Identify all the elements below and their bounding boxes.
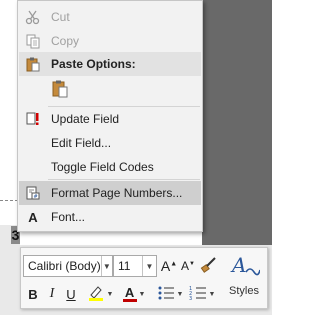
- update-field-icon: [19, 107, 47, 131]
- menu-item-label: Font...: [51, 210, 86, 224]
- menu-item-copy[interactable]: Copy: [19, 29, 201, 53]
- styles-button[interactable]: A: [228, 251, 262, 281]
- font-name-value: Calibri (Body): [28, 259, 101, 273]
- grow-font-icon: A▲: [160, 258, 178, 274]
- font-size-combo[interactable]: 11 ▼: [113, 255, 157, 277]
- page-number-format-icon: #: [19, 181, 47, 205]
- shrink-font-icon: A▼: [181, 259, 195, 273]
- font-icon: A: [28, 209, 38, 225]
- shrink-font-button[interactable]: A▼: [179, 255, 197, 277]
- menu-item-edit-field[interactable]: Edit Field...: [19, 131, 201, 155]
- styles-icon: A: [230, 252, 261, 281]
- scissors-icon: [19, 5, 47, 29]
- font-size-value: 11: [118, 259, 131, 273]
- chevron-down-icon[interactable]: ▼: [100, 256, 112, 276]
- clipboard-icon: [19, 52, 47, 76]
- context-menu: Cut Copy Paste Options: Update Field Edi…: [17, 0, 203, 232]
- page-boundary-line: [0, 200, 18, 201]
- copy-icon: [19, 29, 47, 53]
- grow-font-button[interactable]: A▲: [160, 255, 178, 277]
- styles-label: Styles: [229, 285, 259, 297]
- svg-text:3: 3: [189, 296, 192, 301]
- italic-button[interactable]: I: [44, 283, 60, 305]
- font-name-combo[interactable]: Calibri (Body) ▼: [23, 255, 113, 277]
- bold-button[interactable]: B: [25, 283, 41, 305]
- highlighter-icon: [87, 284, 105, 305]
- menu-item-label: Cut: [51, 10, 70, 24]
- menu-item-cut[interactable]: Cut: [19, 5, 201, 29]
- paste-clipboard-icon: [51, 79, 69, 102]
- menu-separator: [48, 179, 200, 180]
- numbered-list-icon: 1 2 3: [189, 285, 207, 304]
- paintbrush-icon: [200, 256, 218, 277]
- chevron-down-icon[interactable]: ▼: [177, 291, 184, 298]
- chevron-down-icon[interactable]: ▼: [107, 291, 114, 298]
- menu-item-format-page-numbers[interactable]: # Format Page Numbers...: [19, 181, 201, 205]
- menu-item-label: Format Page Numbers...: [51, 186, 183, 200]
- font-color-icon: A: [122, 286, 137, 302]
- menu-item-toggle-field-codes[interactable]: Toggle Field Codes: [19, 155, 201, 179]
- paste-options-label: Paste Options:: [51, 57, 136, 71]
- paste-keep-source-button[interactable]: [48, 78, 72, 102]
- font-color-button[interactable]: A ▼: [119, 283, 149, 305]
- svg-text:#: #: [34, 194, 38, 200]
- menu-item-font[interactable]: A Font...: [19, 205, 201, 229]
- format-painter-button[interactable]: [199, 255, 219, 277]
- bullet-list-icon: [157, 285, 175, 304]
- highlight-color-button[interactable]: ▼: [85, 283, 115, 305]
- chevron-down-icon[interactable]: ▼: [139, 291, 146, 298]
- chevron-down-icon[interactable]: ▼: [209, 291, 216, 298]
- menu-item-update-field[interactable]: Update Field: [19, 107, 201, 131]
- svg-text:A: A: [230, 253, 246, 277]
- menu-item-label: Edit Field...: [51, 136, 112, 150]
- underline-button[interactable]: U: [63, 283, 79, 305]
- menu-item-label: Update Field: [51, 112, 120, 126]
- paste-options-header: Paste Options:: [19, 52, 201, 76]
- menu-item-label: Copy: [51, 34, 80, 48]
- menu-item-label: Toggle Field Codes: [51, 160, 154, 174]
- bullets-button[interactable]: ▼: [155, 283, 185, 305]
- mini-formatting-toolbar: Calibri (Body) ▼ 11 ▼ A▲ A▼ A B I U ▼ A …: [20, 247, 268, 309]
- numbering-button[interactable]: 1 2 3 ▼: [187, 283, 217, 305]
- chevron-down-icon[interactable]: ▼: [142, 256, 156, 276]
